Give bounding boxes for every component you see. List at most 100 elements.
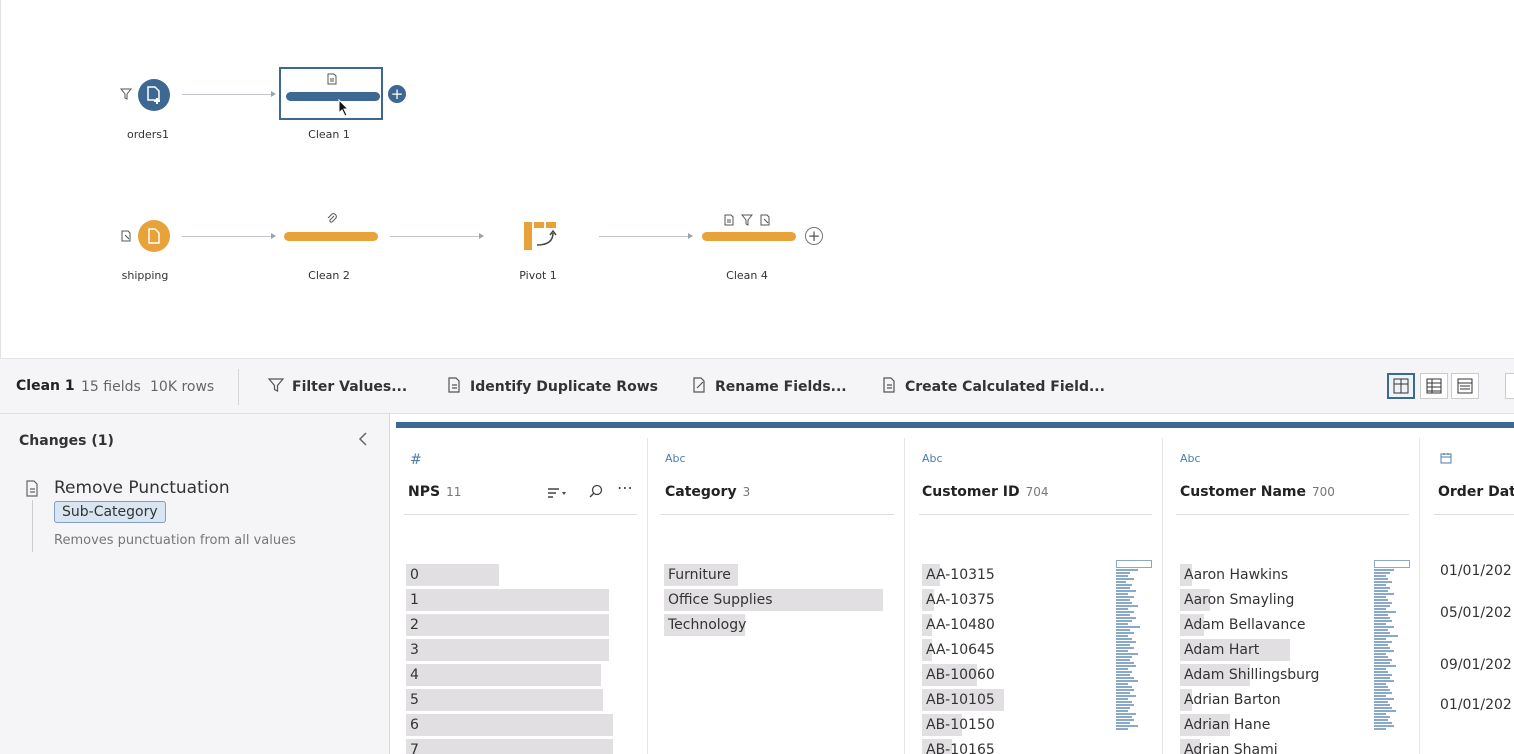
value-label: Aaron Smayling [1184, 592, 1295, 608]
sparkline-bar [1116, 605, 1138, 607]
value-row[interactable]: AA-10645 [922, 639, 1102, 661]
value-row[interactable]: Adrian Hane [1180, 714, 1360, 736]
profile-header-bar [396, 422, 1514, 428]
value-row[interactable]: AB-10165 [922, 739, 1102, 754]
value-row[interactable]: 2 [406, 614, 613, 636]
sparkline-bar [1116, 632, 1134, 634]
nps-column[interactable]: # NPS 11 ⋯ 0 1 2 3 4 5 6 7 [404, 438, 648, 754]
rename-icon [759, 214, 771, 229]
clean1-node-label: Clean 1 [308, 128, 350, 141]
shipping-input-node[interactable] [138, 220, 170, 252]
clean1-node[interactable] [279, 67, 383, 120]
order-date-column[interactable]: Order Date 01/01/202 05/01/202 09/01/202 01… [1434, 438, 1514, 754]
value-frequency-bar [406, 589, 609, 611]
category-distinct-count: 3 [742, 485, 751, 499]
connector [182, 236, 272, 237]
value-row[interactable]: Furniture [664, 564, 883, 586]
value-label: Aaron Hawkins [1184, 567, 1289, 583]
sparkline-bar [1374, 719, 1388, 721]
sparkline-bar [1116, 683, 1128, 685]
category-column[interactable]: Abc Category 3 Furniture Office Supplies Te… [661, 438, 905, 754]
orders-input-node[interactable] [138, 79, 170, 111]
value-row[interactable]: Adrian Barton [1180, 689, 1360, 711]
change-item-title: Remove Punctuation [54, 478, 230, 498]
change-field-tag[interactable]: Sub-Category [54, 501, 166, 523]
filter-icon [267, 377, 285, 397]
sparkline-bar [1116, 647, 1134, 649]
more-view-button[interactable] [1505, 373, 1514, 399]
value-label: AB-10060 [926, 667, 995, 683]
value-row[interactable]: AA-10315 [922, 564, 1102, 586]
list-view-button[interactable] [1451, 373, 1479, 399]
rename-fields-button[interactable]: Rename Fields... [691, 377, 847, 397]
value-row[interactable]: Aaron Smayling [1180, 589, 1360, 611]
add-step-button[interactable]: + [388, 85, 406, 103]
sparkline-bar [1374, 704, 1390, 706]
column-header-divider [661, 514, 894, 515]
value-row[interactable]: 5 [406, 689, 613, 711]
duplicate-icon [446, 377, 462, 397]
customer-id-column[interactable]: Abc Customer ID 704 AA-10315 AA-10375 AA-10… [919, 438, 1163, 754]
value-row[interactable]: Adrian Shami [1180, 739, 1360, 754]
sparkline-bar [1374, 716, 1390, 718]
value-row[interactable]: AB-10105 [922, 689, 1102, 711]
orders-node-label: orders1 [126, 128, 170, 141]
flow-canvas[interactable]: orders1 Clean 1 + shipping Clean 2 Pivot… [0, 0, 1514, 358]
sparkline-bar [1116, 569, 1138, 571]
value-row[interactable]: Technology [664, 614, 883, 636]
clean2-step-bar[interactable] [284, 232, 378, 241]
sparkline-bar [1374, 560, 1410, 568]
value-label[interactable]: 01/01/202 [1440, 560, 1512, 582]
value-label: 2 [410, 617, 419, 633]
shipping-node-label: shipping [121, 269, 169, 282]
sparkline-bar [1116, 695, 1136, 697]
value-label: AA-10315 [926, 567, 995, 583]
nps-column-name: NPS [408, 484, 441, 500]
profile-view-button[interactable] [1387, 373, 1415, 399]
more-options-button[interactable]: ⋯ [617, 478, 633, 497]
column-header-divider [1176, 514, 1409, 515]
sparkline-bar [1374, 638, 1386, 640]
value-row[interactable]: AA-10480 [922, 614, 1102, 636]
value-row[interactable]: AB-10060 [922, 664, 1102, 686]
sparkline-bar [1374, 695, 1386, 697]
sort-button[interactable] [547, 484, 567, 503]
order-date-column-header: Order Date [1438, 484, 1514, 500]
value-row[interactable]: 6 [406, 714, 613, 736]
value-label[interactable]: 09/01/202 [1440, 654, 1512, 676]
collapse-panel-button[interactable] [358, 431, 368, 450]
sparkline-bar [1116, 719, 1134, 721]
value-label: Technology [668, 617, 747, 633]
sparkline-bar [1116, 677, 1134, 679]
value-row[interactable]: AB-10150 [922, 714, 1102, 736]
value-row[interactable]: Adam Bellavance [1180, 614, 1360, 636]
value-row[interactable]: Adam Shillingsburg [1180, 664, 1360, 686]
filter-values-button[interactable]: Filter Values... [267, 377, 407, 397]
value-row[interactable]: Aaron Hawkins [1180, 564, 1360, 586]
search-button[interactable] [589, 483, 603, 502]
add-step-button[interactable]: + [805, 227, 823, 245]
table-view-button[interactable] [1420, 373, 1448, 399]
sparkline-bar [1116, 671, 1132, 673]
value-row[interactable]: Office Supplies [664, 589, 883, 611]
identify-duplicate-rows-button[interactable]: Identify Duplicate Rows [446, 377, 658, 397]
customer-name-column[interactable]: Abc Customer Name 700 Aaron Hawkins Aaron … [1176, 438, 1420, 754]
value-label[interactable]: 01/01/202 [1440, 694, 1512, 716]
pivot1-node[interactable] [523, 221, 559, 251]
value-row[interactable]: 7 [406, 739, 613, 754]
filter-icon [119, 88, 133, 103]
value-row[interactable]: 0 [406, 564, 613, 586]
change-item[interactable]: Remove Punctuation Sub-Category Removes … [20, 476, 360, 556]
sparkline-bar [1374, 608, 1386, 610]
clean4-step-bar[interactable] [702, 232, 796, 241]
value-row[interactable]: 3 [406, 639, 613, 661]
clean4-node-label: Clean 4 [726, 269, 768, 282]
value-row[interactable]: AA-10375 [922, 589, 1102, 611]
row-count: 10K rows [150, 379, 215, 395]
value-row[interactable]: Adam Hart [1180, 639, 1360, 661]
sparkline-bar [1116, 728, 1128, 730]
create-calculated-field-button[interactable]: Create Calculated Field... [881, 377, 1105, 397]
value-row[interactable]: 4 [406, 664, 613, 686]
value-row[interactable]: 1 [406, 589, 613, 611]
value-label[interactable]: 05/01/202 [1440, 602, 1512, 624]
